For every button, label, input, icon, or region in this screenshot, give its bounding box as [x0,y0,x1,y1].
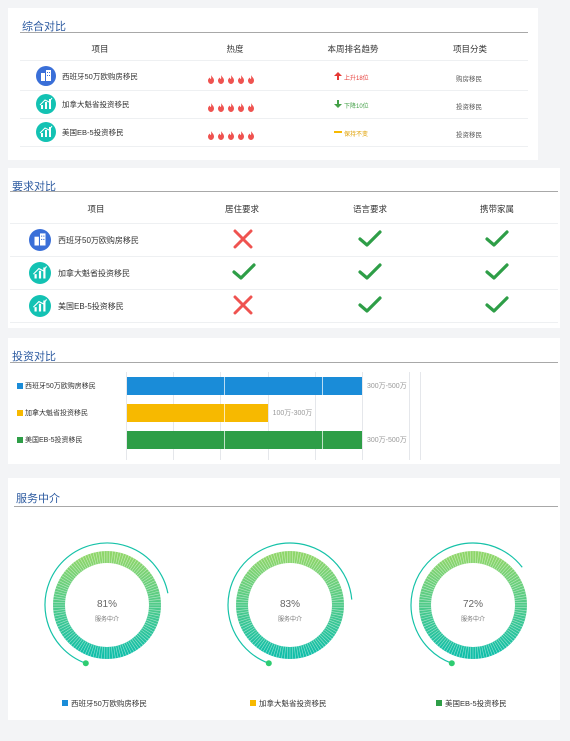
gauge-percent: 81% [96,599,117,610]
services-gauges: 81% 服务中介西班牙50万欧购房移民 83% 服务中介加拿大魁省投资移民 72% 服务中… [0,0,570,741]
gauge-caption: 服务中介 [460,617,485,623]
legend-swatch [62,700,68,706]
legend-label: 西班牙50万欧购房移民 [71,699,147,708]
legend-label: 美国EB-5投资移民 [445,699,507,708]
gauge-caption: 服务中介 [277,617,302,623]
legend-swatch [250,700,256,706]
gauge-percent: 83% [279,599,300,610]
gauge-caption: 服务中介 [94,617,119,623]
gauge-percent: 72% [462,599,483,610]
legend-swatch [436,700,442,706]
legend-label: 加拿大魁省投资移民 [259,699,327,708]
